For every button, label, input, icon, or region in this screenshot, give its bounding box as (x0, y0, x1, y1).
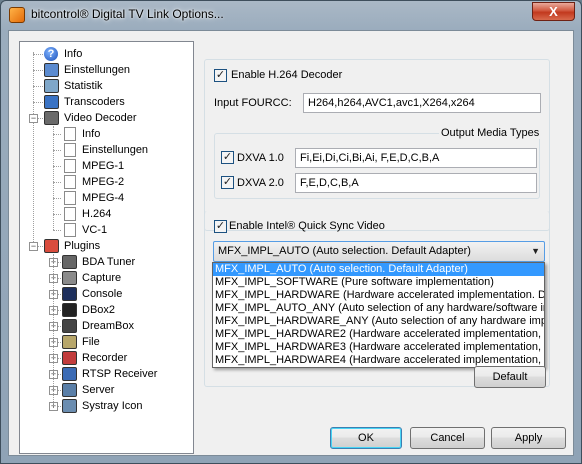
apply-button[interactable]: Apply (491, 427, 566, 449)
dxva1-input[interactable]: Fi,Ei,Di,Ci,Bi,Ai, F,E,D,C,B,A (295, 148, 537, 168)
impl-dropdown-list[interactable]: MFX_IMPL_AUTO (Auto selection. Default A… (212, 262, 545, 368)
video-decoder-icon (44, 111, 59, 125)
tree-connector (53, 134, 61, 135)
recorder-icon (62, 351, 77, 365)
tree-connector (53, 166, 61, 167)
enable-h264-checkbox[interactable]: ✓ (214, 69, 227, 82)
tree-item-label: Server (82, 384, 115, 396)
ok-button[interactable]: OK (330, 427, 402, 449)
document-icon (64, 127, 76, 141)
tree-item-label: H.264 (82, 208, 112, 220)
impl-option[interactable]: MFX_IMPL_SOFTWARE (Pure software impleme… (213, 276, 544, 289)
transcoder-icon (44, 95, 59, 109)
document-icon (64, 175, 76, 189)
dialog-client: ? Info Einstellungen Statistik Transcoders Vi… (8, 30, 574, 456)
collapse-icon[interactable]: − (29, 242, 38, 251)
quicksync-label: Enable Intel® Quick Sync Video (229, 220, 385, 232)
tree-connector (53, 150, 61, 151)
server-icon (62, 383, 77, 397)
file-icon (62, 335, 77, 349)
fourcc-input[interactable]: H264,h264,AVC1,avc1,X264,x264 (303, 93, 541, 113)
dxva1-label: DXVA 1.0 (237, 152, 284, 164)
tree-item-label: DreamBox (82, 320, 134, 332)
document-icon (64, 143, 76, 157)
options-tree[interactable]: ? Info Einstellungen Statistik Transcoders Vi… (19, 41, 194, 454)
tree-connector (33, 102, 43, 103)
impl-option[interactable]: MFX_IMPL_HARDWARE3 (Hardware accelerated… (213, 341, 544, 354)
tree-item-label: Einstellungen (64, 64, 131, 76)
tree-item-label: Transcoders (64, 96, 125, 108)
impl-option[interactable]: MFX_IMPL_AUTO_ANY (Auto selection of any… (213, 302, 544, 315)
options-window: bitcontrol® Digital TV Link Options... X… (0, 0, 582, 464)
close-button[interactable]: X (532, 2, 575, 21)
tree-item-label: DBox2 (82, 304, 116, 316)
impl-option[interactable]: MFX_IMPL_HARDWARE2 (Hardware accelerated… (213, 328, 544, 341)
tree-connector (53, 214, 61, 215)
collapse-icon[interactable]: − (29, 114, 38, 123)
dxva2-label: DXVA 2.0 (237, 177, 284, 189)
tree-connector (53, 126, 54, 230)
statistics-icon (44, 79, 59, 93)
document-icon (64, 223, 76, 237)
app-icon (9, 7, 25, 23)
tree-item-label: Video Decoder (64, 112, 137, 124)
fourcc-label: Input FOURCC: (214, 97, 292, 109)
tree-item-label: MPEG-4 (82, 192, 125, 204)
tree-connector (53, 182, 61, 183)
tree-item-label: Recorder (82, 352, 128, 364)
tree-item-label: Einstellungen (82, 144, 149, 156)
dreambox-icon (62, 319, 77, 333)
tree-item-label: MPEG-1 (82, 160, 125, 172)
tree-item-label: Statistik (64, 80, 103, 92)
plugins-icon (44, 239, 59, 253)
capture-icon (62, 271, 77, 285)
tree-item-label: File (82, 336, 100, 348)
info-icon: ? (44, 47, 58, 61)
tuner-icon (62, 255, 77, 269)
impl-select-value: MFX_IMPL_AUTO (Auto selection. Default A… (218, 245, 471, 257)
enable-h264-label: Enable H.264 Decoder (231, 69, 343, 81)
console-icon (62, 287, 77, 301)
document-icon (64, 191, 76, 205)
tree-item-label: MPEG-2 (82, 176, 125, 188)
settings-icon (44, 63, 59, 77)
title-bar[interactable]: bitcontrol® Digital TV Link Options... X (1, 1, 581, 29)
tree-connector (33, 86, 43, 87)
tree-connector (53, 230, 61, 231)
tree-item-label: Info (64, 48, 83, 60)
dbox-icon (62, 303, 77, 317)
tree-connector (33, 52, 34, 244)
tree-connector (53, 254, 54, 406)
dxva2-checkbox[interactable]: ✓ (221, 176, 234, 189)
tree-item-label: Plugins (64, 240, 101, 252)
window-title: bitcontrol® Digital TV Link Options... (31, 7, 224, 21)
impl-select[interactable]: MFX_IMPL_AUTO (Auto selection. Default A… (213, 241, 545, 262)
quicksync-checkbox[interactable]: ✓ (214, 220, 227, 233)
tree-item-label: Systray Icon (82, 400, 143, 412)
tree-connector (33, 54, 43, 55)
impl-option[interactable]: MFX_IMPL_AUTO (Auto selection. Default A… (213, 263, 544, 276)
tree-connector (33, 70, 43, 71)
chevron-down-icon[interactable]: ▼ (531, 242, 540, 261)
tree-item-label: BDA Tuner (82, 256, 136, 268)
rtsp-icon (62, 367, 77, 381)
systray-icon (62, 399, 77, 413)
dxva1-checkbox[interactable]: ✓ (221, 151, 234, 164)
dxva2-input[interactable]: F,E,D,C,B,A (295, 173, 537, 193)
tree-item-label: Console (82, 288, 123, 300)
default-button[interactable]: Default (474, 366, 546, 388)
document-icon (64, 207, 76, 221)
impl-option[interactable]: MFX_IMPL_HARDWARE (Hardware accelerated … (213, 289, 544, 302)
impl-option[interactable]: MFX_IMPL_HARDWARE_ANY (Auto selection of… (213, 315, 544, 328)
cancel-button[interactable]: Cancel (410, 427, 485, 449)
tree-item-label: Capture (82, 272, 122, 284)
tree-item-label: RTSP Receiver (82, 368, 158, 380)
tree-item-label: Info (82, 128, 101, 140)
tree-item-label: VC-1 (82, 224, 108, 236)
document-icon (64, 159, 76, 173)
tree-connector (53, 198, 61, 199)
output-media-types-label: Output Media Types (439, 127, 542, 139)
